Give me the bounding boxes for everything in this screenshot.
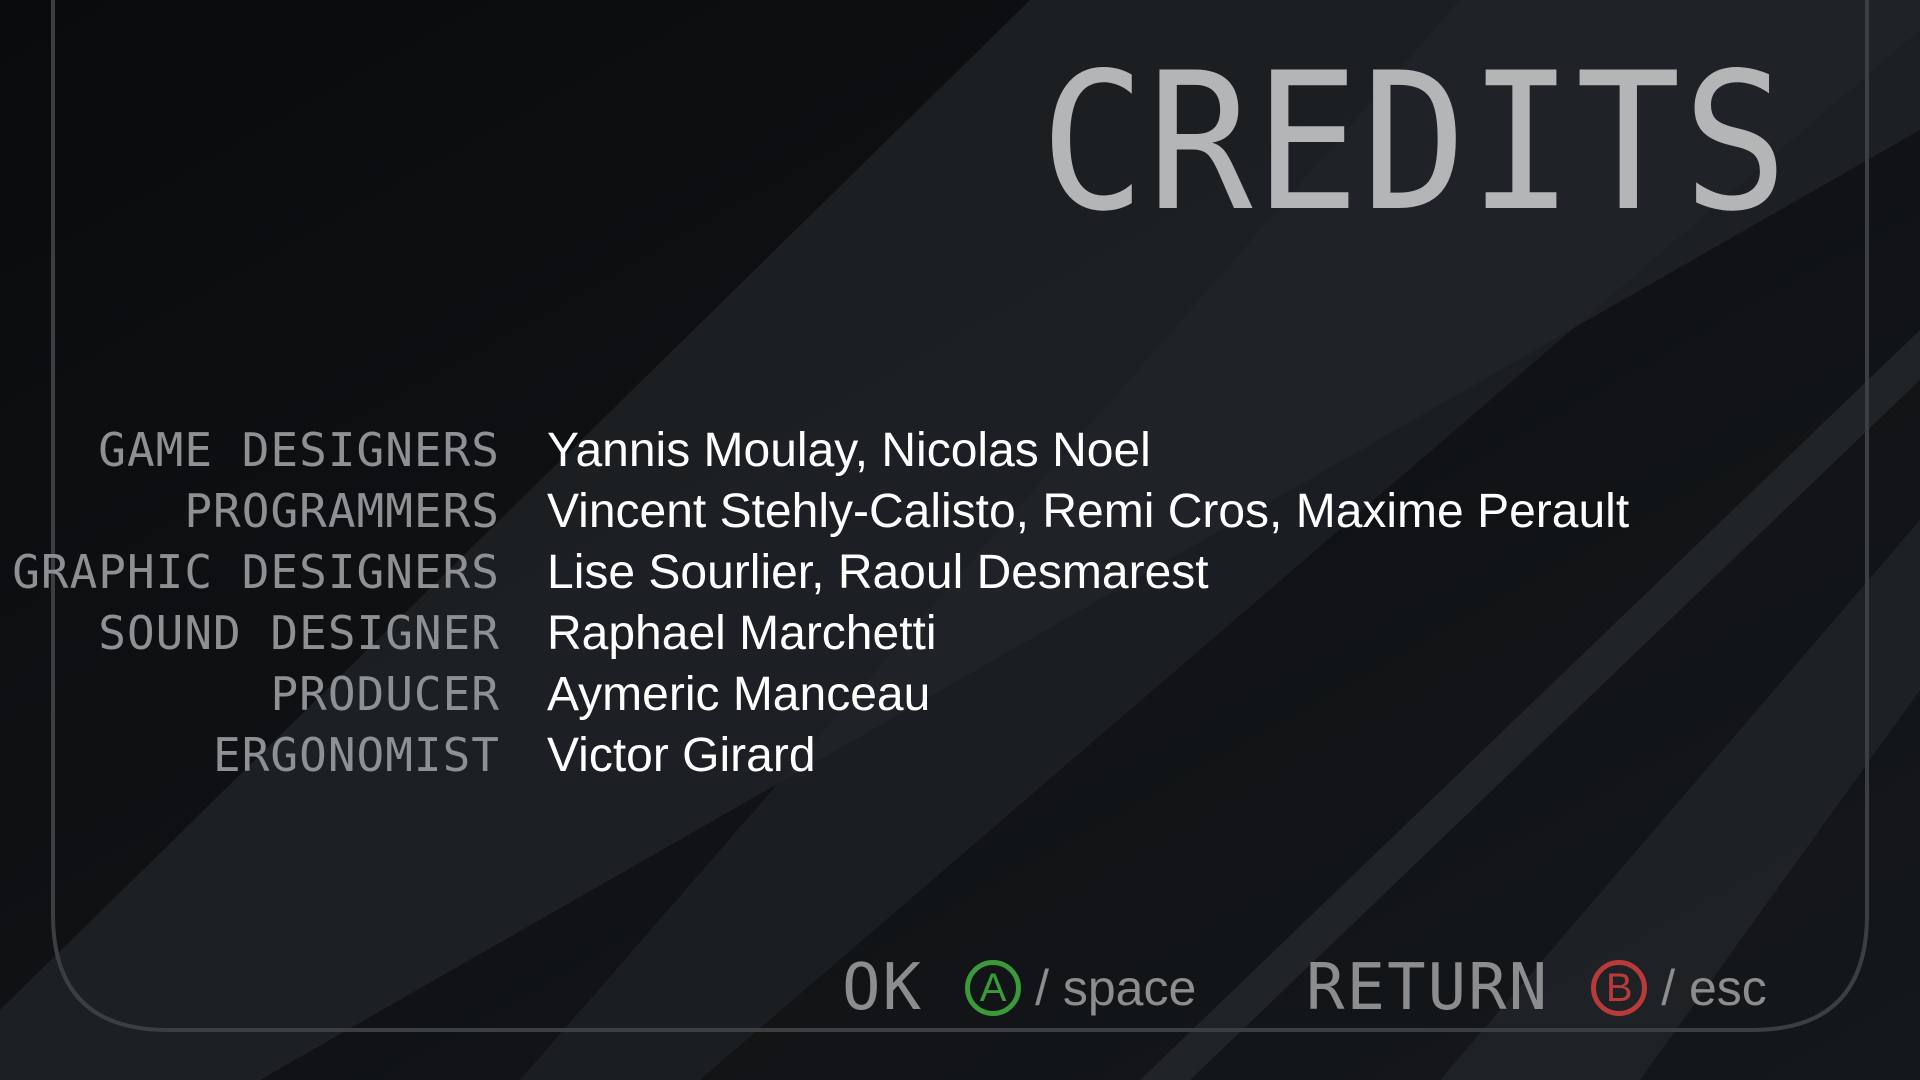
role-label: ERGONOMIST	[213, 728, 500, 782]
credit-names: Yannis Moulay, Nicolas Noel	[547, 424, 1151, 477]
role-label: SOUND DESIGNER	[98, 606, 500, 660]
credit-row: GRAPHIC DESIGNERS Lise Sourlier, Raoul D…	[0, 543, 1920, 604]
credit-names: Lise Sourlier, Raoul Desmarest	[547, 546, 1209, 599]
credits-list: GAME DESIGNERS Yannis Moulay, Nicolas No…	[0, 421, 1920, 787]
esc-key-label: / esc	[1661, 960, 1767, 1016]
role-label: GRAPHIC DESIGNERS	[12, 545, 500, 599]
credit-names: Vincent Stehly-Calisto, Remi Cros, Maxim…	[547, 485, 1630, 538]
ok-control[interactable]: OK A / space	[842, 948, 1196, 1028]
credit-row: PRODUCER Aymeric Manceau	[0, 665, 1920, 726]
control-hints: OK A / space RETURN B / esc	[0, 948, 1920, 1028]
a-button-icon: A	[965, 960, 1022, 1016]
credit-row: ERGONOMIST Victor Girard	[0, 726, 1920, 787]
return-control[interactable]: RETURN B / esc	[1306, 948, 1767, 1028]
credit-row: GAME DESIGNERS Yannis Moulay, Nicolas No…	[0, 421, 1920, 482]
page-title: CREDITS	[1040, 32, 1790, 253]
credit-names: Victor Girard	[547, 729, 816, 782]
role-label: PROGRAMMERS	[184, 484, 500, 538]
role-label: GAME DESIGNERS	[98, 423, 500, 477]
role-label: PRODUCER	[270, 667, 500, 721]
credit-row: PROGRAMMERS Vincent Stehly-Calisto, Remi…	[0, 482, 1920, 543]
credit-names: Raphael Marchetti	[547, 607, 937, 660]
ok-label: OK	[842, 951, 924, 1025]
space-key-label: / space	[1035, 960, 1197, 1016]
b-button-icon: B	[1591, 960, 1648, 1016]
return-label: RETURN	[1306, 951, 1550, 1025]
credit-row: SOUND DESIGNER Raphael Marchetti	[0, 604, 1920, 665]
credit-names: Aymeric Manceau	[547, 668, 931, 721]
credits-screen: CREDITS GAME DESIGNERS Yannis Moulay, Ni…	[0, 0, 1920, 1080]
